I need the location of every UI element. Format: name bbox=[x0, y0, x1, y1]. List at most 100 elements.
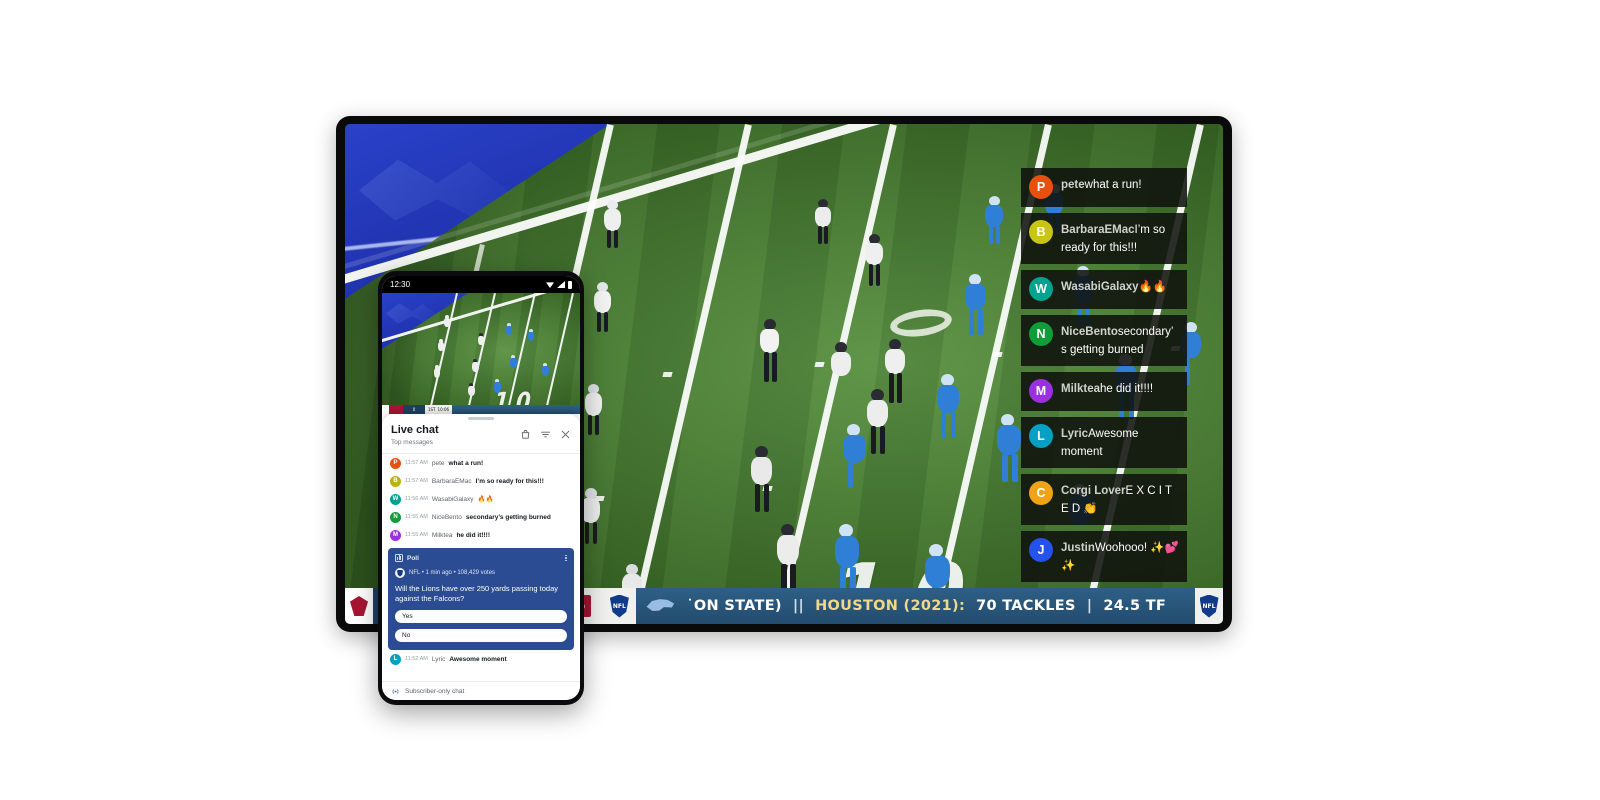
scorebar-ticker: ˙ON STATE) || HOUSTON (2021): 70 TACKLES | 24… bbox=[636, 588, 1223, 624]
battery-icon bbox=[568, 280, 572, 289]
phone-video-player[interactable]: 1 0 0 1ST 10:06 bbox=[382, 293, 580, 414]
message-author: pete bbox=[1061, 179, 1085, 191]
list-item: N 11:55 AM NiceBento secondary’s getting bu… bbox=[382, 508, 580, 526]
message-author: pete bbox=[431, 459, 445, 467]
message-time: 11:56 AM bbox=[405, 496, 428, 502]
avatar: M bbox=[1029, 379, 1053, 403]
subscriber-only-chat-label: Subscriber-only chat bbox=[405, 687, 465, 695]
ticker-segment: || bbox=[792, 598, 805, 614]
message-time: 11:55 AM bbox=[405, 514, 428, 520]
list-item: M 11:55 AM Milktea he did it!!!! bbox=[382, 526, 580, 544]
tv-chat-message-body: LyricAwesome moment bbox=[1061, 424, 1179, 460]
phone-clock-block: 1ST 10:06 bbox=[425, 405, 453, 414]
list-item: L 11:52 AM Lyric Awesome moment bbox=[382, 650, 580, 668]
kebab-menu-icon[interactable] bbox=[565, 554, 567, 562]
wifi-icon bbox=[546, 282, 554, 288]
close-icon[interactable] bbox=[560, 427, 571, 439]
phone-away-score: 0 bbox=[403, 405, 425, 414]
message-author: Milktea bbox=[1061, 383, 1100, 395]
tv-chat-message: B BarbaraEMacI’m so ready for this!!! bbox=[1021, 213, 1187, 264]
chat-header: Live chat Top messages bbox=[382, 420, 580, 454]
message-time: 11:52 AM bbox=[405, 656, 428, 662]
poll-badge: Poll bbox=[395, 554, 419, 562]
message-author: BarbaraEMac bbox=[1061, 224, 1135, 236]
phone-scorebar: 0 1ST 10:06 bbox=[382, 405, 580, 414]
poll-option-no[interactable]: No bbox=[395, 629, 567, 642]
message-text: what a run! bbox=[1084, 179, 1142, 191]
phone-device: 12:30 1 0 0 1ST 10:06 Live chat Top mess… bbox=[378, 271, 584, 705]
avatar: N bbox=[390, 511, 401, 523]
poll-meta-row: NFL • 1 min ago • 108,429 votes bbox=[395, 568, 567, 578]
poll-option-yes[interactable]: Yes bbox=[395, 610, 567, 623]
message-author: NiceBento bbox=[431, 513, 462, 521]
avatar: M bbox=[390, 529, 401, 541]
nfl-shield-glyph: NFL bbox=[609, 594, 629, 618]
message-author: Lyric bbox=[1061, 428, 1089, 440]
avatar: C bbox=[1029, 481, 1053, 505]
hash-mark bbox=[814, 362, 825, 367]
avatar: N bbox=[1029, 322, 1053, 346]
message-text: he did it!!!! bbox=[1100, 383, 1154, 395]
shopping-bag-icon[interactable] bbox=[520, 427, 531, 439]
tv-chat-message-body: JustinWoohooo! ✨💕✨ bbox=[1061, 538, 1179, 574]
phone-away-logo bbox=[382, 405, 389, 414]
hash-mark bbox=[992, 352, 1003, 357]
chat-header-titles: Live chat Top messages bbox=[391, 424, 439, 447]
tv-chat-message-body: WasabiGalaxy🔥🔥 bbox=[1061, 277, 1167, 295]
broadcast-icon bbox=[391, 687, 400, 696]
message-author: BarbaraEMac bbox=[431, 477, 472, 485]
nfl-shield-icon-right: NFL bbox=[1195, 588, 1223, 624]
tv-chat-message: Ppetewhat a run! bbox=[1021, 168, 1187, 207]
list-item: P 11:57 AM pete what a run! bbox=[382, 454, 580, 472]
phone-away-color-chip bbox=[389, 405, 403, 414]
hash-mark bbox=[662, 372, 673, 377]
filter-icon[interactable] bbox=[540, 427, 551, 438]
away-team-logo bbox=[345, 588, 373, 624]
message-text: 🔥🔥 bbox=[1138, 281, 1168, 293]
message-text: what a run! bbox=[448, 459, 484, 467]
message-author: NiceBento bbox=[1061, 326, 1118, 338]
phone-game-clock: 10:06 bbox=[437, 407, 450, 412]
tv-chat-message: C Corgi LoverE X C I T E D 👏 bbox=[1021, 474, 1187, 525]
tv-chat-message-body: Corgi LoverE X C I T E D 👏 bbox=[1061, 481, 1179, 517]
phone-live-chat-sheet: Live chat Top messages P 11:57 AM pete w… bbox=[382, 414, 580, 700]
message-author: Milktea bbox=[431, 531, 453, 539]
poll-icon bbox=[395, 554, 403, 562]
chat-subtitle: Top messages bbox=[391, 439, 433, 446]
list-item: W 11:56 AM WasabiGalaxy 🔥🔥 bbox=[382, 490, 580, 508]
avatar: P bbox=[1029, 175, 1053, 199]
tv-chat-message: W WasabiGalaxy🔥🔥 bbox=[1021, 270, 1187, 309]
tv-chat-message-body: NiceBentosecondary’s getting burned bbox=[1061, 322, 1179, 358]
avatar: L bbox=[390, 653, 401, 665]
tv-chat-message: L LyricAwesome moment bbox=[1021, 417, 1187, 468]
chat-header-actions bbox=[520, 424, 571, 439]
poll-card[interactable]: Poll NFL • 1 min ago • 108,429 votes Wil… bbox=[388, 548, 574, 650]
chat-message-list[interactable]: P 11:57 AM pete what a run! B 11:57 AM Barbara… bbox=[382, 454, 580, 681]
poll-card-header: Poll bbox=[395, 554, 567, 562]
message-text: I’m so ready for this!!! bbox=[475, 477, 544, 485]
avatar: W bbox=[1029, 277, 1053, 301]
tv-chat-message: M Milkteahe did it!!!! bbox=[1021, 372, 1187, 411]
phone-screen: 12:30 1 0 0 1ST 10:06 Live chat Top mess… bbox=[382, 276, 580, 700]
message-author: Justin bbox=[1061, 542, 1095, 554]
poll-meta: NFL • 1 min ago • 108,429 votes bbox=[409, 570, 496, 576]
ticker-segment: HOUSTON (2021): bbox=[815, 598, 966, 614]
status-bar-time: 12:30 bbox=[390, 280, 411, 289]
phone-status-bar: 12:30 bbox=[382, 276, 580, 293]
phone-quarter: 1ST bbox=[428, 407, 436, 412]
avatar: B bbox=[390, 475, 401, 487]
tv-chat-message-body: Milkteahe did it!!!! bbox=[1061, 379, 1153, 397]
tv-chat-message: N NiceBentosecondary’s getting burned bbox=[1021, 315, 1187, 366]
message-author: Corgi Lover bbox=[1061, 485, 1126, 497]
message-author: WasabiGalaxy bbox=[1061, 281, 1139, 293]
message-time: 11:57 AM bbox=[405, 478, 428, 484]
chat-title: Live chat bbox=[391, 424, 439, 436]
ticker-segment: 70 TACKLES bbox=[976, 598, 1076, 614]
message-text: Awesome moment bbox=[449, 655, 507, 663]
tv-chat-message-body: petewhat a run! bbox=[1061, 175, 1142, 193]
list-item: B 11:57 AM BarbaraEMac I’m so ready for thi… bbox=[382, 472, 580, 490]
nfl-avatar-icon bbox=[395, 568, 405, 578]
ticker-segment: ˙ON STATE) bbox=[686, 598, 782, 614]
tv-live-chat-overlay: Ppetewhat a run! B BarbaraEMacI’m so ready… bbox=[1021, 168, 1187, 582]
status-bar-icons bbox=[546, 280, 572, 289]
